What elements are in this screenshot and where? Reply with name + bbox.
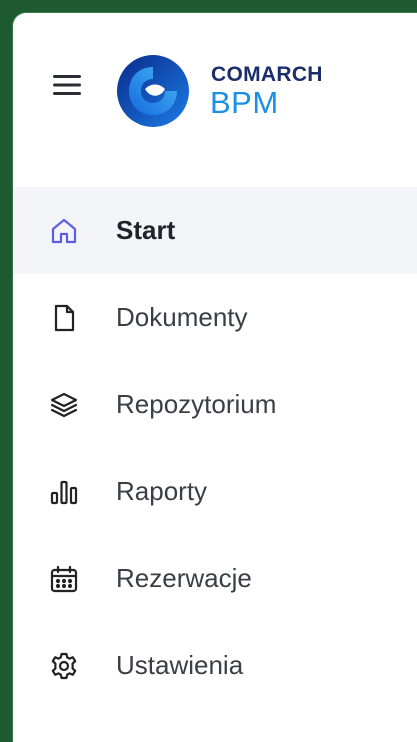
sidebar-header: COMARCH BPM: [13, 13, 417, 163]
comarch-logo-icon: [115, 53, 191, 129]
sidebar-item-ustawienia[interactable]: Ustawienia: [13, 622, 417, 709]
document-icon: [49, 303, 79, 333]
hamburger-menu-icon[interactable]: [51, 71, 83, 99]
gear-icon: [49, 651, 79, 681]
sidebar-item-raporty[interactable]: Raporty: [13, 448, 417, 535]
bar-chart-icon: [49, 477, 79, 507]
layers-icon: [49, 390, 79, 420]
sidebar-item-label: Raporty: [116, 476, 208, 506]
sidebar-item-rezerwacje[interactable]: Rezerwacje: [13, 535, 417, 622]
sidebar-item-label: Start: [116, 215, 176, 245]
sidebar-item-label: Rezerwacje: [116, 563, 252, 593]
sidebar-item-label: Repozytorium: [116, 389, 277, 419]
logo-text-bpm: BPM: [210, 85, 279, 120]
sidebar-nav: Start Dokumenty Repozytorium Raporty Rez…: [13, 187, 417, 709]
logo-text-comarch: COMARCH: [211, 63, 323, 86]
sidebar-item-label: Ustawienia: [116, 650, 244, 680]
comarch-bpm-logo[interactable]: COMARCH BPM: [115, 53, 375, 133]
calendar-icon: [49, 564, 79, 594]
sidebar-item-label: Dokumenty: [116, 302, 248, 332]
sidebar-item-repozytorium[interactable]: Repozytorium: [13, 361, 417, 448]
sidebar-item-start[interactable]: Start: [13, 187, 417, 274]
app-window: COMARCH BPM Start Dokumenty Repozytorium…: [12, 12, 417, 742]
sidebar-item-dokumenty[interactable]: Dokumenty: [13, 274, 417, 361]
home-icon: [49, 216, 79, 246]
